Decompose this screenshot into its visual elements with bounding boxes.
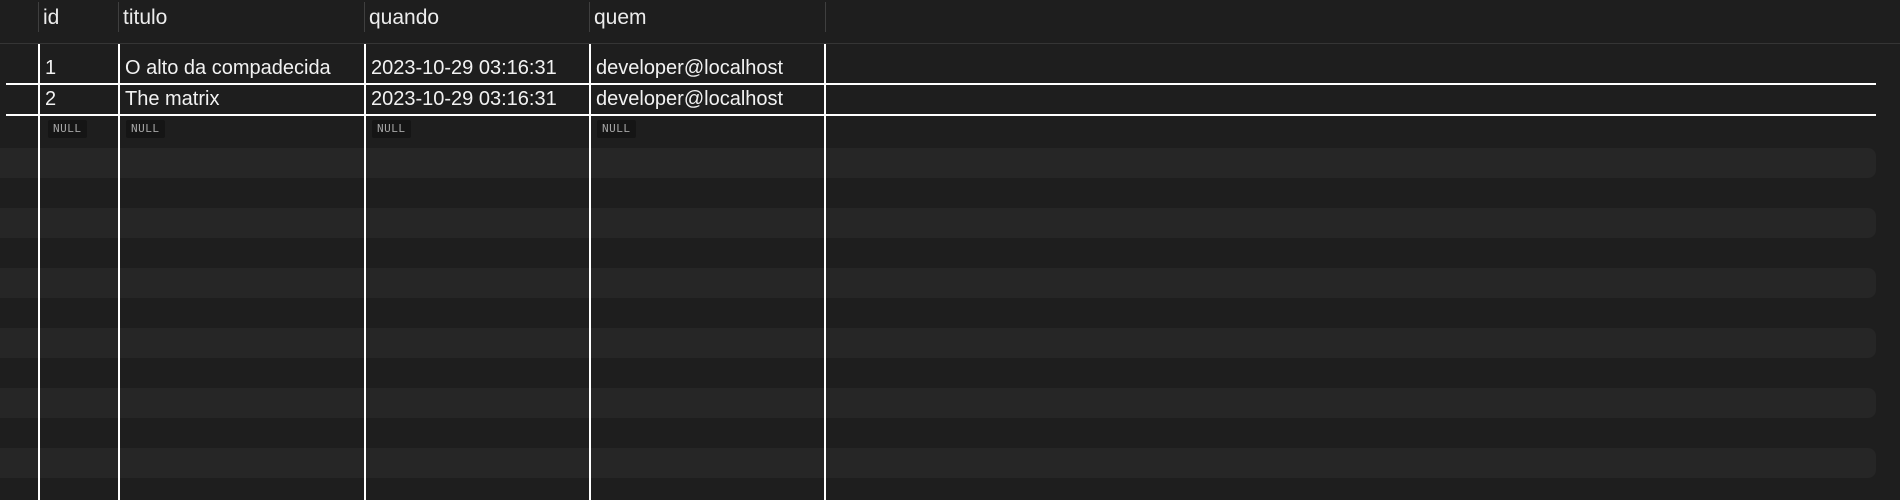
column-header-titulo[interactable]: titulo [118,0,364,34]
column-header-quando[interactable]: quando [364,0,589,34]
cell-id[interactable]: 1 [40,53,118,83]
row-divider [6,83,1876,85]
null-badge[interactable]: NULL [126,120,165,138]
column-resize-handle[interactable] [38,2,39,32]
cell-titulo[interactable]: The matrix [120,84,364,114]
column-resize-handle[interactable] [364,2,365,32]
empty-row-stripe [0,208,1876,238]
empty-row-stripe [0,448,1876,478]
null-badge[interactable]: NULL [597,120,636,138]
column-header-quem[interactable]: quem [589,0,825,34]
column-resize-handle[interactable] [118,2,119,32]
column-divider [38,44,40,500]
empty-row-stripe [0,328,1876,358]
cell-quando[interactable]: 2023-10-29 03:16:31 [366,84,589,114]
column-header-row: id titulo quando quem [0,0,1900,44]
null-badge[interactable]: NULL [48,120,87,138]
column-header-id[interactable]: id [38,0,118,34]
empty-row-stripe [0,148,1876,178]
cell-quem[interactable]: developer@localhost [591,84,825,114]
column-divider [118,44,120,500]
column-divider [589,44,591,500]
cell-titulo[interactable]: O alto da compadecida [120,53,364,83]
table-row[interactable]: 1 O alto da compadecida 2023-10-29 03:16… [0,53,1876,83]
cell-quem[interactable]: developer@localhost [591,53,825,83]
table-row[interactable]: 2 The matrix 2023-10-29 03:16:31 develop… [0,84,1876,114]
empty-row-stripe [0,268,1876,298]
column-divider [824,44,826,500]
column-divider [364,44,366,500]
column-resize-handle[interactable] [589,2,590,32]
cell-id[interactable]: 2 [40,84,118,114]
row-divider [6,114,1876,116]
cell-quando[interactable]: 2023-10-29 03:16:31 [366,53,589,83]
null-badge[interactable]: NULL [372,120,411,138]
empty-row-stripe [0,388,1876,418]
column-resize-handle[interactable] [825,2,826,32]
results-grid: id titulo quando quem 1 O alto da compad… [0,0,1900,500]
